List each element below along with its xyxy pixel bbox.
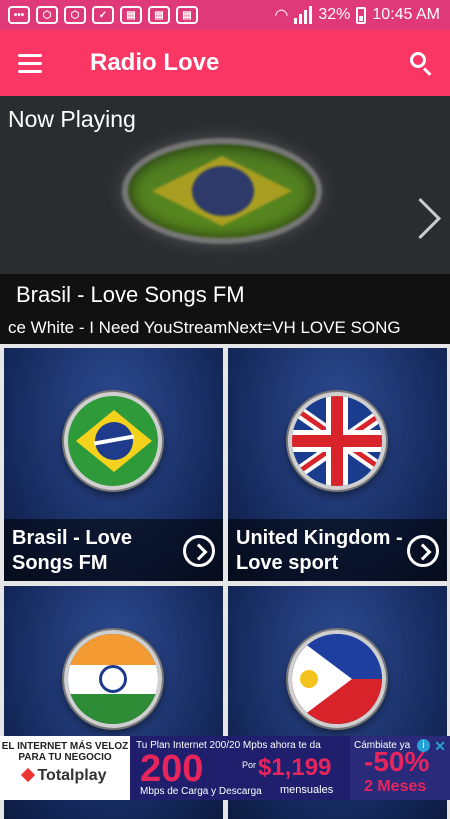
menu-icon[interactable] bbox=[0, 30, 60, 96]
ad-speed: 200 bbox=[140, 748, 204, 790]
ad-text: Mbps de Carga y Descarga bbox=[140, 786, 262, 797]
ad-text: PARA TU NEGOCIO bbox=[18, 752, 112, 763]
ad-text: mensuales bbox=[280, 784, 334, 796]
search-icon[interactable] bbox=[390, 30, 450, 96]
clipboard-icon: ✓ bbox=[92, 6, 114, 24]
ad-text: EL INTERNET MÁS VELOZ bbox=[1, 741, 129, 752]
shield-icon: ⬡ bbox=[64, 6, 86, 24]
now-playing-track: ce White - I Need YouStreamNext=VH LOVE … bbox=[8, 318, 401, 337]
clock: 10:45 AM bbox=[372, 6, 440, 23]
station-caption: Brasil - Love Songs FM bbox=[4, 519, 223, 581]
signal-icon bbox=[294, 6, 313, 24]
station-name: Brasil - Love Songs FM bbox=[12, 527, 133, 574]
ad-left-panel: EL INTERNET MÁS VELOZ PARA TU NEGOCIO To… bbox=[0, 736, 130, 800]
uk-flag-icon bbox=[288, 392, 386, 490]
station-grid: Brasil - Love Songs FM United Kingdom - … bbox=[0, 344, 450, 819]
messenger-icon: ••• bbox=[8, 6, 30, 24]
ad-banner[interactable]: EL INTERNET MÁS VELOZ PARA TU NEGOCIO To… bbox=[0, 736, 450, 800]
ad-close-icon[interactable]: ✕ bbox=[434, 738, 446, 755]
now-playing-panel[interactable]: Now Playing Brasil - Love Songs FM ce Wh… bbox=[0, 96, 450, 344]
ad-price: $1,199 bbox=[258, 754, 332, 781]
status-bar: ••• ⬡ ⬡ ✓ ▤ ▤ ▤ ◠ 32% 10:45 AM bbox=[0, 0, 450, 30]
app-title: Radio Love bbox=[90, 49, 220, 76]
brazil-flag-icon bbox=[122, 138, 322, 244]
chevron-right-icon[interactable] bbox=[406, 196, 432, 242]
totalplay-logo: Totalplay bbox=[0, 767, 130, 785]
battery-icon bbox=[356, 6, 367, 24]
ad-mid-panel: Tu Plan Internet 200/20 Mpbs ahora te da… bbox=[130, 736, 350, 800]
app-bar: Radio Love bbox=[0, 30, 450, 96]
radio-icon: ▤ bbox=[120, 6, 142, 24]
station-caption: United Kingdom - Love sport bbox=[228, 519, 447, 581]
india-flag-icon bbox=[64, 630, 162, 728]
station-card-uk[interactable]: United Kingdom - Love sport bbox=[228, 348, 447, 581]
battery-percent: 32% bbox=[318, 6, 351, 23]
now-playing-station: Brasil - Love Songs FM bbox=[16, 282, 245, 307]
wifi-icon: ◠ bbox=[274, 7, 289, 24]
station-name: United Kingdom - Love sport bbox=[236, 527, 403, 574]
brazil-flag-icon bbox=[64, 392, 162, 490]
radio-icon: ▤ bbox=[176, 6, 198, 24]
shield-icon: ⬡ bbox=[36, 6, 58, 24]
now-playing-label: Now Playing bbox=[8, 106, 136, 132]
philippines-flag-icon bbox=[288, 630, 386, 728]
station-card-brasil[interactable]: Brasil - Love Songs FM bbox=[4, 348, 223, 581]
play-arrow-icon[interactable] bbox=[183, 535, 215, 567]
play-arrow-icon[interactable] bbox=[407, 535, 439, 567]
now-playing-info: Brasil - Love Songs FM ce White - I Need… bbox=[0, 274, 450, 344]
ad-info-icon[interactable]: i bbox=[417, 739, 430, 752]
ad-months: 2 Meses bbox=[364, 778, 427, 795]
ad-text: Por bbox=[242, 760, 257, 770]
radio-icon: ▤ bbox=[148, 6, 170, 24]
